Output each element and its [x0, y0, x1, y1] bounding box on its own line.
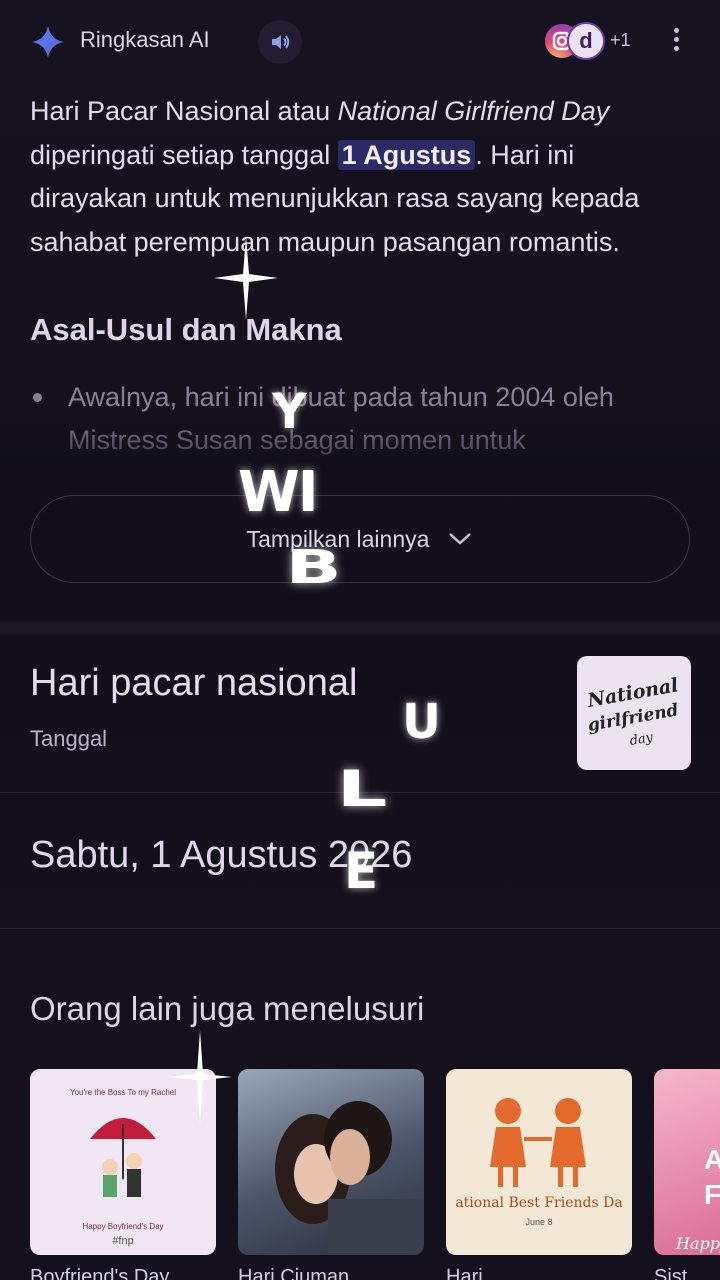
gemini-spark-icon [32, 26, 64, 58]
sparkle-icon [214, 236, 278, 320]
ai-overview-title: Ringkasan AI [80, 27, 210, 52]
related-card[interactable]: ational Best Friends Da June 8 [446, 1069, 632, 1255]
speaker-icon [272, 35, 290, 49]
knowledge-panel-thumbnail[interactable]: National girlfriend day [577, 656, 691, 770]
source-icons[interactable]: d [543, 22, 607, 62]
svg-text:Happy: Happy [675, 1234, 720, 1253]
svg-text:ational Best Friends Da: ational Best Friends Da [455, 1195, 622, 1211]
knowledge-panel-subtitle: Tanggal [30, 726, 108, 751]
overlay-letter: Y [272, 384, 307, 440]
overlay-letter: L [336, 760, 388, 818]
overlay-letter: WI [238, 460, 319, 525]
divider [0, 928, 720, 929]
related-card-labels: Boyfriend's Day Hari Ciuman Hari Sist [30, 1266, 720, 1280]
chevron-down-icon [449, 533, 472, 545]
date-highlight: 1 Agustus [337, 139, 476, 170]
related-cards-carousel[interactable]: You're the Boss To my Rachel Happy Boyfr… [30, 1069, 720, 1255]
listen-button[interactable] [258, 20, 302, 64]
svg-text:You're the Boss To my Rachel: You're the Boss To my Rachel [70, 1088, 176, 1097]
sister-day-image: A F Happy [675, 1144, 720, 1253]
svg-text:June 8: June 8 [525, 1217, 552, 1227]
knowledge-panel-title[interactable]: Hari pacar nasional [30, 662, 357, 705]
overlay-letter: B [285, 540, 342, 594]
section-heading: Asal-Usul dan Makna [30, 312, 342, 347]
people-also-search-title: Orang lain juga menelusuri [30, 990, 425, 1027]
related-card[interactable]: A F Happy [654, 1069, 720, 1255]
best-friends-image: ational Best Friends Da June 8 [455, 1098, 623, 1227]
girlfriend-day-logo: National girlfriend day [585, 674, 680, 749]
related-card[interactable] [238, 1069, 424, 1255]
text-fade [0, 410, 720, 490]
card-label[interactable]: Sist [654, 1266, 720, 1280]
section-divider [0, 622, 720, 634]
ai-overview-header: Ringkasan AI d +1 [0, 0, 720, 84]
overlay-letter: E [344, 842, 379, 900]
bullet-dot [33, 393, 42, 402]
more-options-icon[interactable] [664, 24, 688, 60]
english-name: National Girlfriend Day [337, 96, 610, 126]
svg-text:day: day [629, 730, 655, 749]
svg-text:A: A [704, 1144, 720, 1175]
show-more-button[interactable]: Tampilkan lainnya [30, 495, 690, 583]
svg-text:F: F [704, 1179, 720, 1210]
source-d-icon: d [567, 22, 605, 60]
card-label[interactable]: Boyfriend's Day [30, 1266, 216, 1280]
ai-summary-text: Hari Pacar Nasional atau National Girlfr… [30, 96, 640, 257]
svg-text:#fnp: #fnp [112, 1235, 133, 1247]
svg-text:Happy Boyfriend's Day: Happy Boyfriend's Day [82, 1222, 163, 1231]
card-label[interactable]: Hari Ciuman [238, 1266, 424, 1280]
more-sources-count[interactable]: +1 [610, 30, 631, 51]
overlay-letter: U [402, 694, 441, 750]
kissing-couple-image [275, 1101, 424, 1255]
sparkle-icon [168, 1030, 232, 1124]
card-label[interactable]: Hari [446, 1266, 632, 1280]
